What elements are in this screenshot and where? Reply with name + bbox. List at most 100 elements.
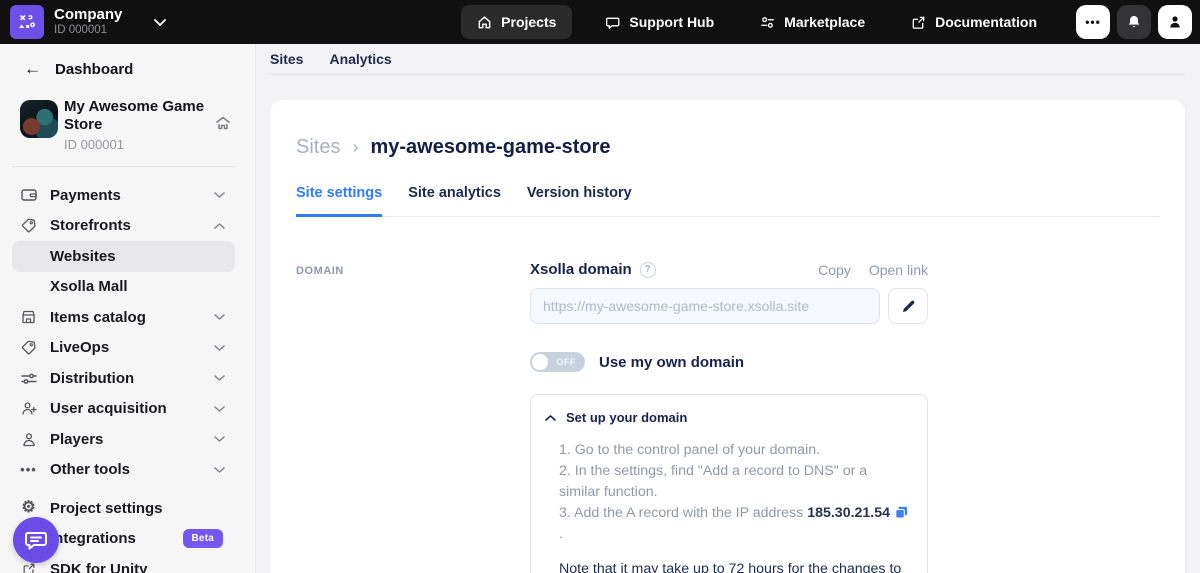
back-label: Dashboard <box>55 61 133 78</box>
nav-support-hub-label: Support Hub <box>629 14 714 30</box>
back-to-dashboard[interactable]: ← Dashboard <box>0 54 255 84</box>
sidebar-item-distribution[interactable]: Distribution <box>12 363 235 394</box>
setup-domain-panel: Set up your domain 1. Go to the control … <box>530 394 928 573</box>
setup-panel-title: Set up your domain <box>566 410 687 425</box>
copy-ip-icon[interactable] <box>895 506 908 519</box>
topbar: Company ID 000001 Projects Support Hub <box>0 0 1200 44</box>
ellipsis-icon: ••• <box>20 462 37 477</box>
sidebar-item-label: Storefronts <box>50 217 131 234</box>
nav-marketplace-label: Marketplace <box>784 14 865 30</box>
subnav-analytics[interactable]: Analytics <box>329 51 391 67</box>
tab-site-analytics[interactable]: Site analytics <box>408 185 501 217</box>
gear-icon: ⚙ <box>20 500 37 516</box>
project-home-icon[interactable] <box>215 116 231 130</box>
breadcrumb: Sites › my-awesome-game-store <box>296 136 1159 159</box>
sliders-icon <box>20 372 37 385</box>
store-icon <box>20 310 37 324</box>
sidebar-menu: Payments Storefronts Websites Xsolla Mal… <box>0 180 255 485</box>
notifications-button[interactable] <box>1117 5 1151 39</box>
sidebar-item-payments[interactable]: Payments <box>12 180 235 211</box>
user-plus-icon <box>20 401 37 416</box>
bell-icon <box>1126 14 1142 30</box>
company-id: ID 000001 <box>54 24 122 37</box>
tab-version-history[interactable]: Version history <box>527 185 632 217</box>
sidebar-item-xsolla-mall[interactable]: Xsolla Mall <box>12 272 235 303</box>
xsolla-logo <box>10 5 44 39</box>
chat-icon <box>24 529 48 551</box>
chat-bubble-icon <box>605 15 620 30</box>
wallet-icon <box>20 188 37 202</box>
ellipsis-icon: ••• <box>1085 15 1101 29</box>
chevron-up-icon <box>545 415 556 421</box>
setup-step-1: 1. Go to the control panel of your domai… <box>559 440 911 461</box>
sidebar: ← Dashboard My Awesome Game Store ID 000… <box>0 44 256 573</box>
sidebar-item-label: Xsolla Mall <box>50 278 128 295</box>
page-title: my-awesome-game-store <box>370 136 610 159</box>
subnav-sites[interactable]: Sites <box>270 51 303 67</box>
tab-site-settings[interactable]: Site settings <box>296 185 382 217</box>
setup-step-3-suffix: . <box>559 526 563 542</box>
tune-icon <box>760 15 775 30</box>
sidebar-item-storefronts[interactable]: Storefronts <box>12 211 235 242</box>
sidebar-item-label: Websites <box>50 248 116 265</box>
sidebar-item-label: Players <box>50 431 103 448</box>
project-avatar <box>20 100 58 138</box>
topbar-nav: Projects Support Hub Marketplace <box>461 5 1050 39</box>
domain-section: DOMAIN Xsolla domain ? Copy Open link <box>296 261 1159 573</box>
setup-panel-header[interactable]: Set up your domain <box>545 410 911 425</box>
chevron-down-icon <box>214 345 225 351</box>
company-switcher[interactable]: Company ID 000001 <box>0 5 166 39</box>
project-block[interactable]: My Awesome Game Store ID 000001 <box>20 98 235 152</box>
chevron-down-icon[interactable] <box>154 19 166 26</box>
sidebar-item-items-catalog[interactable]: Items catalog <box>12 302 235 333</box>
xsolla-domain-label: Xsolla domain <box>530 261 632 278</box>
ip-address: 185.30.21.54 <box>807 505 890 521</box>
project-name: My Awesome Game Store <box>64 98 209 134</box>
setup-step-3: 3. Add the A record with the IP address … <box>559 503 911 545</box>
breadcrumb-separator-icon: › <box>352 137 358 158</box>
sidebar-item-label: SDK for Unity <box>50 561 148 573</box>
nav-projects-label: Projects <box>501 14 556 30</box>
chevron-down-icon <box>214 314 225 320</box>
external-link-icon <box>20 562 37 573</box>
nav-projects[interactable]: Projects <box>461 5 572 39</box>
company-name: Company <box>54 7 122 24</box>
own-domain-toggle[interactable]: OFF <box>530 352 585 372</box>
nav-documentation[interactable]: Documentation <box>898 5 1050 39</box>
chevron-down-icon <box>214 375 225 381</box>
sidebar-item-user-acquisition[interactable]: User acquisition <box>12 394 235 425</box>
back-arrow-icon: ← <box>24 59 41 79</box>
account-button[interactable] <box>1158 5 1192 39</box>
edit-domain-button[interactable] <box>888 288 928 324</box>
sidebar-item-label: Integrations <box>50 530 136 547</box>
copy-link[interactable]: Copy <box>818 262 851 278</box>
breadcrumb-sites[interactable]: Sites <box>296 136 340 159</box>
user-icon <box>20 432 37 447</box>
sidebar-divider <box>12 166 235 167</box>
chevron-down-icon <box>214 436 225 442</box>
sidebar-item-label: LiveOps <box>50 339 109 356</box>
sidebar-item-label: Items catalog <box>50 309 146 326</box>
home-icon <box>477 15 492 30</box>
sidebar-item-liveops[interactable]: LiveOps <box>12 333 235 364</box>
more-button[interactable]: ••• <box>1076 5 1110 39</box>
xsolla-domain-input[interactable] <box>530 288 880 324</box>
nav-support-hub[interactable]: Support Hub <box>592 5 727 39</box>
tag-icon <box>20 218 37 233</box>
pencil-icon <box>901 299 916 314</box>
own-domain-label: Use my own domain <box>599 354 744 371</box>
setup-steps: 1. Go to the control panel of your domai… <box>559 440 911 545</box>
toggle-state-label: OFF <box>556 357 576 367</box>
sidebar-item-websites[interactable]: Websites <box>12 241 235 272</box>
nav-marketplace[interactable]: Marketplace <box>747 5 878 39</box>
chevron-down-icon <box>214 406 225 412</box>
external-link-icon <box>911 15 926 30</box>
nav-documentation-label: Documentation <box>935 14 1037 30</box>
sidebar-item-players[interactable]: Players <box>12 424 235 455</box>
open-link[interactable]: Open link <box>869 262 928 278</box>
tag-icon <box>20 340 37 355</box>
help-icon[interactable]: ? <box>640 262 656 278</box>
chat-fab-button[interactable] <box>13 517 59 563</box>
sidebar-item-other-tools[interactable]: ••• Other tools <box>12 455 235 486</box>
setup-step-3-text: 3. Add the A record with the IP address <box>559 505 807 521</box>
